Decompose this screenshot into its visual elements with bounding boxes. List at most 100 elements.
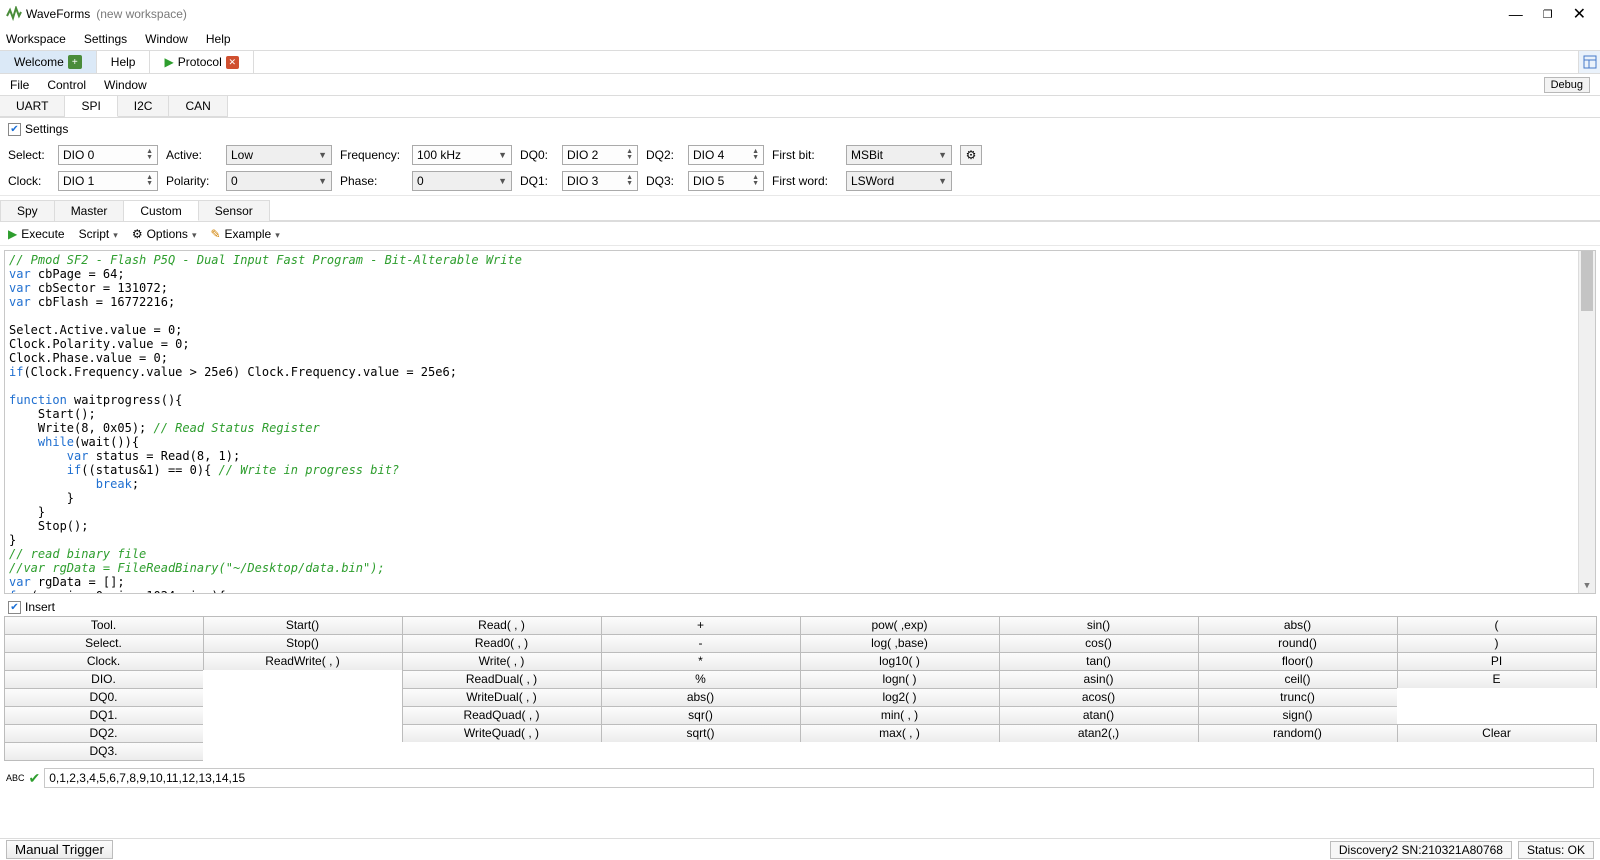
- tab-custom[interactable]: Custom: [124, 200, 198, 221]
- fn-button[interactable]: Stop(): [203, 634, 403, 653]
- tab-spy[interactable]: Spy: [0, 200, 55, 221]
- close-icon[interactable]: ✕: [1573, 4, 1586, 24]
- menu-control[interactable]: Control: [47, 78, 86, 92]
- active-combo[interactable]: Low▼: [226, 145, 332, 165]
- fn-button[interactable]: Write( , ): [402, 652, 602, 671]
- menu-file[interactable]: File: [10, 78, 29, 92]
- minimize-icon[interactable]: —: [1509, 6, 1523, 22]
- tab-can[interactable]: CAN: [169, 96, 227, 117]
- settings-toggle[interactable]: ✔ Settings: [8, 122, 1592, 136]
- fn-button[interactable]: random(): [1198, 724, 1398, 743]
- fn-button[interactable]: ceil(): [1198, 670, 1398, 689]
- fn-button[interactable]: log( ,base): [800, 634, 1000, 653]
- menu-settings[interactable]: Settings: [84, 32, 127, 46]
- fn-button[interactable]: (: [1397, 616, 1597, 635]
- fn-button[interactable]: ): [1397, 634, 1597, 653]
- dq1-field[interactable]: DIO 3▲▼: [562, 171, 638, 191]
- phase-combo[interactable]: 0▼: [412, 171, 512, 191]
- firstbit-combo[interactable]: MSBit▼: [846, 145, 952, 165]
- editor-scrollbar[interactable]: ▲ ▼: [1578, 251, 1595, 593]
- menu-workspace[interactable]: Workspace: [6, 32, 66, 46]
- tab-sensor[interactable]: Sensor: [199, 200, 270, 221]
- fn-button[interactable]: pow( ,exp): [800, 616, 1000, 635]
- script-editor[interactable]: // Pmod SF2 - Flash P5Q - Dual Input Fas…: [4, 250, 1596, 594]
- insert-toggle[interactable]: ✔ Insert: [0, 598, 1600, 616]
- select-field[interactable]: DIO 0▲▼: [58, 145, 158, 165]
- fn-button[interactable]: log10( ): [800, 652, 1000, 671]
- fn-button[interactable]: sqrt(): [601, 724, 801, 743]
- options-menu[interactable]: ⚙Options▾: [132, 227, 197, 241]
- fn-button[interactable]: floor(): [1198, 652, 1398, 671]
- fn-button[interactable]: WriteQuad( , ): [402, 724, 602, 743]
- fn-button[interactable]: round(): [1198, 634, 1398, 653]
- fn-button[interactable]: DQ2.: [4, 724, 204, 743]
- fn-button[interactable]: trunc(): [1198, 688, 1398, 707]
- tab-master[interactable]: Master: [55, 200, 125, 221]
- debug-button[interactable]: Debug: [1544, 77, 1590, 93]
- manual-trigger-button[interactable]: Manual Trigger: [6, 840, 113, 859]
- fn-button[interactable]: asin(): [999, 670, 1199, 689]
- execute-button[interactable]: ▶Execute: [8, 227, 65, 241]
- fn-button[interactable]: PI: [1397, 652, 1597, 671]
- layout-button[interactable]: [1578, 51, 1600, 73]
- fn-button[interactable]: +: [601, 616, 801, 635]
- fn-button[interactable]: max( , ): [800, 724, 1000, 743]
- close-tab-icon[interactable]: ✕: [226, 56, 239, 69]
- fn-button[interactable]: acos(): [999, 688, 1199, 707]
- device-status[interactable]: Discovery2 SN:210321A80768: [1330, 841, 1512, 859]
- fn-button[interactable]: Select.: [4, 634, 204, 653]
- fn-button[interactable]: -: [601, 634, 801, 653]
- fn-button[interactable]: Read0( , ): [402, 634, 602, 653]
- dq3-field[interactable]: DIO 5▲▼: [688, 171, 764, 191]
- fn-button[interactable]: log2( ): [800, 688, 1000, 707]
- tab-help[interactable]: Help: [97, 51, 151, 73]
- fn-button[interactable]: Clock.: [4, 652, 204, 671]
- dq2-field[interactable]: DIO 4▲▼: [688, 145, 764, 165]
- tab-i2c[interactable]: I2C: [118, 96, 170, 117]
- dq0-field[interactable]: DIO 2▲▼: [562, 145, 638, 165]
- fn-button[interactable]: sqr(): [601, 706, 801, 725]
- fn-button[interactable]: logn( ): [800, 670, 1000, 689]
- fn-button[interactable]: sign(): [1198, 706, 1398, 725]
- fn-button[interactable]: atan2(,): [999, 724, 1199, 743]
- fn-button[interactable]: min( , ): [800, 706, 1000, 725]
- fn-button[interactable]: cos(): [999, 634, 1199, 653]
- gear-button[interactable]: ⚙: [960, 145, 982, 165]
- menu-help[interactable]: Help: [206, 32, 231, 46]
- fn-button[interactable]: E: [1397, 670, 1597, 689]
- menu-window2[interactable]: Window: [104, 78, 147, 92]
- fn-button[interactable]: DQ1.: [4, 706, 204, 725]
- fn-button[interactable]: abs(): [601, 688, 801, 707]
- clock-field[interactable]: DIO 1▲▼: [58, 171, 158, 191]
- fn-button[interactable]: Tool.: [4, 616, 204, 635]
- fn-button[interactable]: DQ0.: [4, 688, 204, 707]
- fn-button[interactable]: Start(): [203, 616, 403, 635]
- fn-button[interactable]: atan(): [999, 706, 1199, 725]
- firstword-combo[interactable]: LSWord▼: [846, 171, 952, 191]
- fn-button[interactable]: ReadQuad( , ): [402, 706, 602, 725]
- output-field[interactable]: 0,1,2,3,4,5,6,7,8,9,10,11,12,13,14,15: [44, 768, 1594, 788]
- frequency-combo[interactable]: 100 kHz▼: [412, 145, 512, 165]
- tab-spi[interactable]: SPI: [65, 96, 117, 117]
- script-menu[interactable]: Script▾: [79, 227, 118, 241]
- fn-button[interactable]: sin(): [999, 616, 1199, 635]
- fn-button[interactable]: abs(): [1198, 616, 1398, 635]
- polarity-combo[interactable]: 0▼: [226, 171, 332, 191]
- fn-button[interactable]: Read( , ): [402, 616, 602, 635]
- tab-welcome[interactable]: Welcome +: [0, 51, 97, 73]
- fn-button[interactable]: DIO.: [4, 670, 204, 689]
- scroll-down-icon[interactable]: ▼: [1579, 578, 1595, 594]
- fn-button[interactable]: WriteDual( , ): [402, 688, 602, 707]
- fn-button[interactable]: ReadWrite( , ): [203, 652, 403, 671]
- example-menu[interactable]: ✎Example▾: [210, 227, 279, 241]
- tab-protocol[interactable]: ▶ Protocol ✕: [150, 51, 253, 73]
- fn-button[interactable]: Clear: [1397, 724, 1597, 743]
- fn-button[interactable]: ReadDual( , ): [402, 670, 602, 689]
- fn-button[interactable]: *: [601, 652, 801, 671]
- tab-uart[interactable]: UART: [0, 96, 65, 117]
- fn-button[interactable]: %: [601, 670, 801, 689]
- fn-button[interactable]: tan(): [999, 652, 1199, 671]
- menu-window[interactable]: Window: [145, 32, 188, 46]
- scroll-thumb[interactable]: [1581, 251, 1593, 311]
- maximize-icon[interactable]: ❐: [1543, 8, 1553, 21]
